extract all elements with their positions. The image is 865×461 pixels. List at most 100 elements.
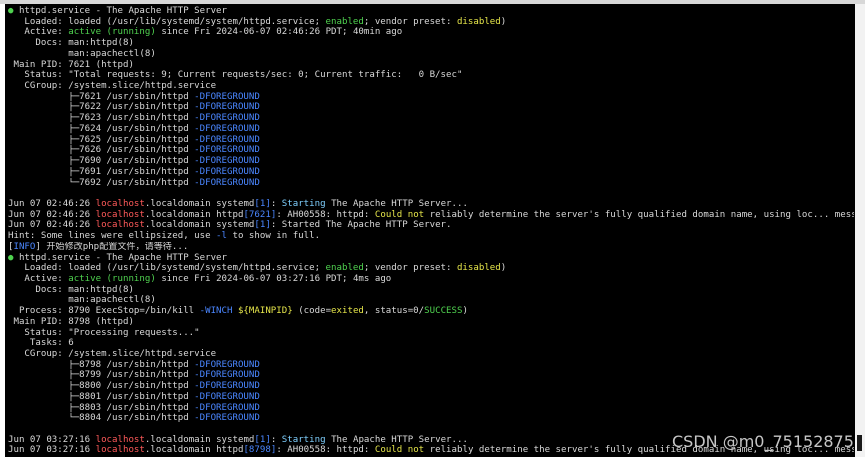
terminal-line: Main PID: 7621 (httpd)	[8, 60, 854, 71]
terminal-line: Docs: man:httpd(8)	[8, 38, 854, 49]
terminal-text-segment: to show in full.	[227, 231, 321, 242]
terminal-line: ├─8803 /usr/sbin/httpd -DFOREGROUND	[8, 403, 854, 414]
terminal-text-segment: ├─7623 /usr/sbin/httpd	[8, 113, 195, 124]
terminal-line: Hint: Some lines were ellipsized, use -l…	[8, 231, 854, 242]
terminal-text-segment: The Apache HTTP Server...	[325, 434, 468, 445]
terminal-text-segment: ├─7624 /usr/sbin/httpd	[8, 123, 195, 134]
terminal-output[interactable]: ● httpd.service - The Apache HTTP Server…	[5, 4, 855, 457]
watermark: CSDN @m0_75152875	[672, 432, 854, 451]
terminal-text-segment: :	[270, 434, 282, 445]
terminal-line: ├─8799 /usr/sbin/httpd -DFOREGROUND	[8, 370, 854, 381]
terminal-text-segment: └─7692 /usr/sbin/httpd	[8, 177, 195, 188]
terminal-text-segment: -DFOREGROUND	[194, 91, 260, 102]
terminal-text-segment: localhost	[95, 445, 145, 456]
terminal-text-segment: active (running)	[68, 273, 156, 284]
terminal-text-segment: ├─8803 /usr/sbin/httpd	[8, 402, 195, 413]
terminal-text-segment: disabled	[456, 16, 501, 27]
terminal-line: Docs: man:httpd(8)	[8, 285, 854, 296]
terminal-text-segment: .localdomain systemd	[144, 220, 255, 231]
terminal-text-segment: -DFOREGROUND	[194, 123, 260, 134]
terminal-text-segment: (code=	[292, 306, 332, 317]
terminal-text-segment: ; vendor preset:	[363, 263, 457, 274]
terminal-text-segment: : Started The Apache HTTP Server.	[270, 220, 452, 231]
terminal-text-segment: Could not	[374, 445, 425, 456]
terminal-line: CGroup: /system.slice/httpd.service	[8, 349, 854, 360]
terminal-text-segment: Starting	[281, 198, 326, 209]
terminal-text-segment: .localdomain systemd	[144, 198, 255, 209]
terminal-text-segment: -DFOREGROUND	[194, 134, 260, 145]
terminal-text-segment: ; vendor preset:	[363, 16, 457, 27]
terminal-text-segment: ] 开始修改php配置文件，请等待...	[35, 241, 189, 252]
terminal-text-segment: ├─7621 /usr/sbin/httpd	[8, 91, 195, 102]
terminal-text-segment: -DFOREGROUND	[194, 370, 260, 381]
vertical-scrollbar[interactable]	[855, 4, 865, 457]
terminal-text-segment: active (running)	[68, 27, 156, 38]
status-dot-icon: ●	[8, 6, 19, 16]
terminal-text-segment: ├─8798 /usr/sbin/httpd	[8, 359, 195, 370]
scrollbar-thumb[interactable]	[857, 435, 862, 451]
terminal-text-segment: ├─8799 /usr/sbin/httpd	[8, 370, 195, 381]
terminal-text-segment: since Fri 2024-06-07 03:27:16 PDT; 4ms a…	[155, 273, 392, 284]
terminal-text-segment: CGroup: /system.slice/httpd.service	[8, 81, 217, 92]
terminal-text-segment: [7621]	[243, 209, 277, 220]
terminal-text-segment: Hint: Some lines were ellipsized, use	[8, 231, 217, 242]
terminal-text-segment: Starting	[281, 434, 326, 445]
terminal-text-segment: disabled	[456, 263, 501, 274]
terminal-text-segment: : AH00558: httpd:	[276, 445, 375, 456]
terminal-line: ├─7622 /usr/sbin/httpd -DFOREGROUND	[8, 102, 854, 113]
terminal-text-segment: [1]	[254, 220, 271, 231]
terminal-line: ├─8801 /usr/sbin/httpd -DFOREGROUND	[8, 392, 854, 403]
terminal-text-segment: -DFOREGROUND	[194, 391, 260, 402]
terminal-text-segment: Status: "Processing requests..."	[8, 327, 200, 338]
terminal-text-segment: INFO	[13, 241, 36, 252]
terminal-line: Jun 07 02:46:26 localhost.localdomain sy…	[8, 220, 854, 231]
terminal-text-segment: .localdomain systemd	[144, 434, 255, 445]
status-dot-icon: ●	[8, 252, 19, 263]
terminal-text-segment: enabled	[325, 16, 364, 27]
terminal-line: [INFO] 开始修改php配置文件，请等待...	[8, 242, 854, 253]
terminal-line: Jun 07 02:46:26 localhost.localdomain ht…	[8, 210, 854, 221]
terminal-text-segment: ├─7626 /usr/sbin/httpd	[8, 145, 195, 156]
terminal-text-segment: Loaded: loaded (/usr/lib/systemd/system/…	[8, 16, 326, 27]
terminal-text-segment: Status: "Total requests: 9; Current requ…	[8, 70, 463, 81]
terminal-text-segment: Jun 07 02:46:26	[8, 198, 96, 209]
terminal-text-segment: man:apachectl(8)	[8, 295, 156, 306]
terminal-text-segment: Jun 07 03:27:16	[8, 445, 96, 456]
terminal-text-segment: ${MAINPID}	[232, 306, 293, 317]
terminal-text-segment: -DFOREGROUND	[194, 402, 260, 413]
terminal-line: ├─7690 /usr/sbin/httpd -DFOREGROUND	[8, 156, 854, 167]
terminal-text-segment: Loaded: loaded (/usr/lib/systemd/system/…	[8, 263, 326, 274]
terminal-line: ├─7624 /usr/sbin/httpd -DFOREGROUND	[8, 124, 854, 135]
terminal-text-segment: -l	[216, 231, 227, 242]
terminal-text-segment: Main PID: 7621 (httpd)	[8, 59, 134, 70]
terminal-line: Status: "Total requests: 9; Current requ…	[8, 70, 854, 81]
terminal-text-segment: since Fri 2024-06-07 02:46:26 PDT; 40min…	[155, 27, 403, 38]
terminal-line: Loaded: loaded (/usr/lib/systemd/system/…	[8, 17, 854, 28]
terminal-text-segment: Jun 07 02:46:26	[8, 220, 96, 231]
terminal-text-segment: -DFOREGROUND	[194, 413, 260, 424]
terminal-text-segment: )	[462, 306, 468, 317]
terminal-line: ├─8800 /usr/sbin/httpd -DFOREGROUND	[8, 381, 854, 392]
terminal-text-segment: [1]	[254, 434, 271, 445]
terminal-text-segment: -WINCH	[199, 306, 233, 317]
terminal-line: └─7692 /usr/sbin/httpd -DFOREGROUND	[8, 178, 854, 189]
terminal-line: CGroup: /system.slice/httpd.service	[8, 81, 854, 92]
terminal-line: ├─7626 /usr/sbin/httpd -DFOREGROUND	[8, 145, 854, 156]
terminal-line: Process: 8790 ExecStop=/bin/kill -WINCH …	[8, 306, 854, 317]
terminal-text-segment: Tasks: 6	[8, 338, 74, 349]
terminal-text-segment: )	[500, 263, 507, 274]
terminal-text-segment: -DFOREGROUND	[194, 145, 260, 156]
terminal-line: Active: active (running) since Fri 2024-…	[8, 27, 854, 38]
terminal-line: Jun 07 02:46:26 localhost.localdomain sy…	[8, 199, 854, 210]
terminal-text-segment: Jun 07 02:46:26	[8, 209, 96, 220]
terminal-text-segment: exited	[331, 306, 364, 317]
terminal-line: ├─8798 /usr/sbin/httpd -DFOREGROUND	[8, 360, 854, 371]
terminal-text-segment: -DFOREGROUND	[194, 113, 260, 124]
terminal-line: ├─7623 /usr/sbin/httpd -DFOREGROUND	[8, 113, 854, 124]
terminal-text-segment: ├─7690 /usr/sbin/httpd	[8, 156, 195, 167]
terminal-lines: ● httpd.service - The Apache HTTP Server…	[8, 6, 854, 456]
terminal-text-segment: : AH00558: httpd:	[276, 209, 375, 220]
terminal-line: └─8804 /usr/sbin/httpd -DFOREGROUND	[8, 413, 854, 424]
terminal-line: Active: active (running) since Fri 2024-…	[8, 274, 854, 285]
